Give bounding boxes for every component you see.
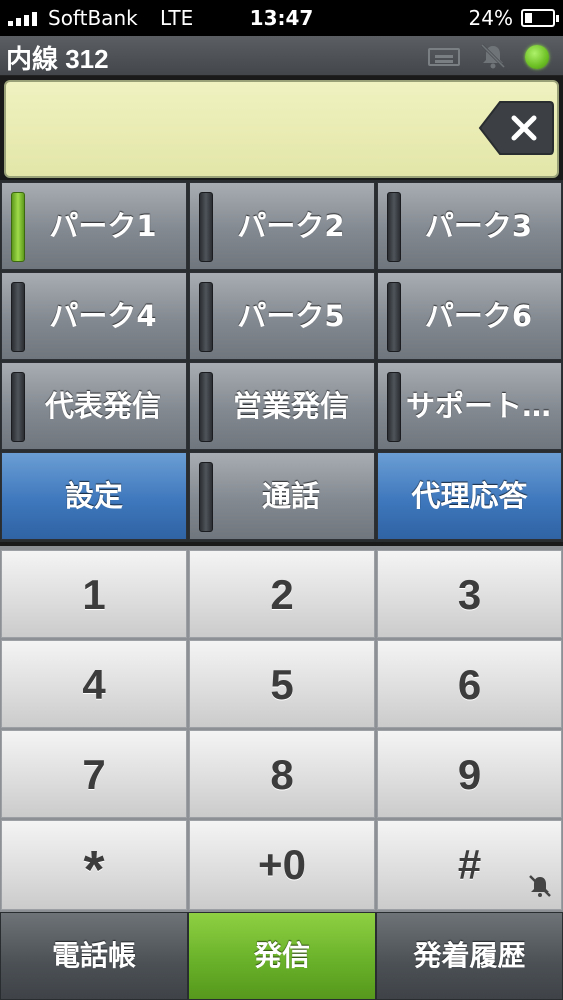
function-key-label: 営業発信 xyxy=(232,389,349,423)
battery-icon xyxy=(521,9,559,27)
key-label: 6 xyxy=(457,661,482,708)
lamp-indicator xyxy=(387,192,401,262)
function-key-label: パーク1 xyxy=(49,209,157,243)
support-button[interactable]: サポート… xyxy=(377,362,562,450)
function-key-label: 代理応答 xyxy=(411,479,528,513)
function-key-label: パーク2 xyxy=(237,209,345,243)
function-key-label: サポート… xyxy=(405,389,551,423)
backspace-icon[interactable] xyxy=(478,100,554,156)
bell-slash-icon[interactable] xyxy=(478,41,508,71)
call-pickup-button[interactable]: 代理応答 xyxy=(377,452,562,540)
park-4-button[interactable]: パーク4 xyxy=(1,272,187,360)
key-label: 1 xyxy=(82,571,106,618)
key-label: +0 xyxy=(258,841,306,888)
function-key-label: 通話 xyxy=(261,479,320,513)
settings-button[interactable]: 設定 xyxy=(1,452,187,540)
call-history-button[interactable]: 発着履歴 xyxy=(376,912,563,1000)
representative-call-button[interactable]: 代表発信 xyxy=(1,362,187,450)
lamp-indicator xyxy=(11,372,25,442)
key-5[interactable]: 5 xyxy=(189,640,375,728)
key-plus-zero[interactable]: +0 xyxy=(189,820,375,910)
key-star[interactable]: * xyxy=(1,820,187,910)
keyboard-icon[interactable] xyxy=(428,48,460,66)
number-display[interactable] xyxy=(4,80,559,178)
function-key-label: 設定 xyxy=(64,479,123,513)
lamp-indicator xyxy=(11,282,25,352)
function-key-label: パーク6 xyxy=(424,299,533,333)
key-label: 8 xyxy=(270,751,294,798)
call-label: 発信 xyxy=(253,939,310,972)
lamp-indicator xyxy=(387,282,401,352)
sales-call-button[interactable]: 営業発信 xyxy=(189,362,375,450)
line-header: 内線 312 xyxy=(0,36,563,76)
key-7[interactable]: 7 xyxy=(1,730,187,818)
status-bar: SoftBank LTE 13:47 24% xyxy=(0,0,563,36)
park-5-button[interactable]: パーク5 xyxy=(189,272,375,360)
talk-button[interactable]: 通話 xyxy=(189,452,375,540)
key-label: 7 xyxy=(82,751,106,798)
key-label: 3 xyxy=(457,571,482,618)
key-6[interactable]: 6 xyxy=(377,640,562,728)
phonebook-label: 電話帳 xyxy=(51,939,136,972)
page-title: 内線 312 xyxy=(6,44,109,74)
function-key-label: 代表発信 xyxy=(44,389,161,423)
call-history-label: 発着履歴 xyxy=(413,939,526,972)
park-2-button[interactable]: パーク2 xyxy=(189,182,375,270)
key-8[interactable]: 8 xyxy=(189,730,375,818)
function-key-label: パーク4 xyxy=(49,299,157,333)
key-9[interactable]: 9 xyxy=(377,730,562,818)
bottom-action-bar: 電話帳 発信 発着履歴 xyxy=(0,912,563,1000)
key-label: 2 xyxy=(270,571,294,618)
key-label: 5 xyxy=(270,661,294,708)
key-4[interactable]: 4 xyxy=(1,640,187,728)
park-3-button[interactable]: パーク3 xyxy=(377,182,562,270)
key-hash[interactable]: # xyxy=(377,820,562,910)
park-6-button[interactable]: パーク6 xyxy=(377,272,562,360)
park-1-button[interactable]: パーク1 xyxy=(1,182,187,270)
function-key-label: パーク3 xyxy=(424,209,533,243)
function-key-label: パーク5 xyxy=(237,299,345,333)
phonebook-button[interactable]: 電話帳 xyxy=(0,912,188,1000)
key-label: * xyxy=(83,840,105,900)
lamp-indicator xyxy=(199,372,213,442)
key-2[interactable]: 2 xyxy=(189,550,375,638)
key-label: 4 xyxy=(82,661,106,708)
status-led-icon xyxy=(525,45,549,69)
dial-keypad: 1 2 3 4 5 6 7 8 9 * +0 # xyxy=(0,546,563,912)
lamp-indicator xyxy=(199,192,213,262)
key-3[interactable]: 3 xyxy=(377,550,562,638)
key-label: 9 xyxy=(457,751,482,798)
call-button[interactable]: 発信 xyxy=(188,912,376,1000)
key-1[interactable]: 1 xyxy=(1,550,187,638)
lamp-indicator xyxy=(199,282,213,352)
function-key-grid: パーク1 パーク2 パーク3 パーク4 パーク5 パーク6 代表発信 営業発信 … xyxy=(0,180,563,542)
lamp-indicator xyxy=(199,462,213,532)
bell-slash-icon xyxy=(529,875,551,897)
lamp-indicator xyxy=(11,192,25,262)
battery-percent: 24% xyxy=(468,6,513,30)
